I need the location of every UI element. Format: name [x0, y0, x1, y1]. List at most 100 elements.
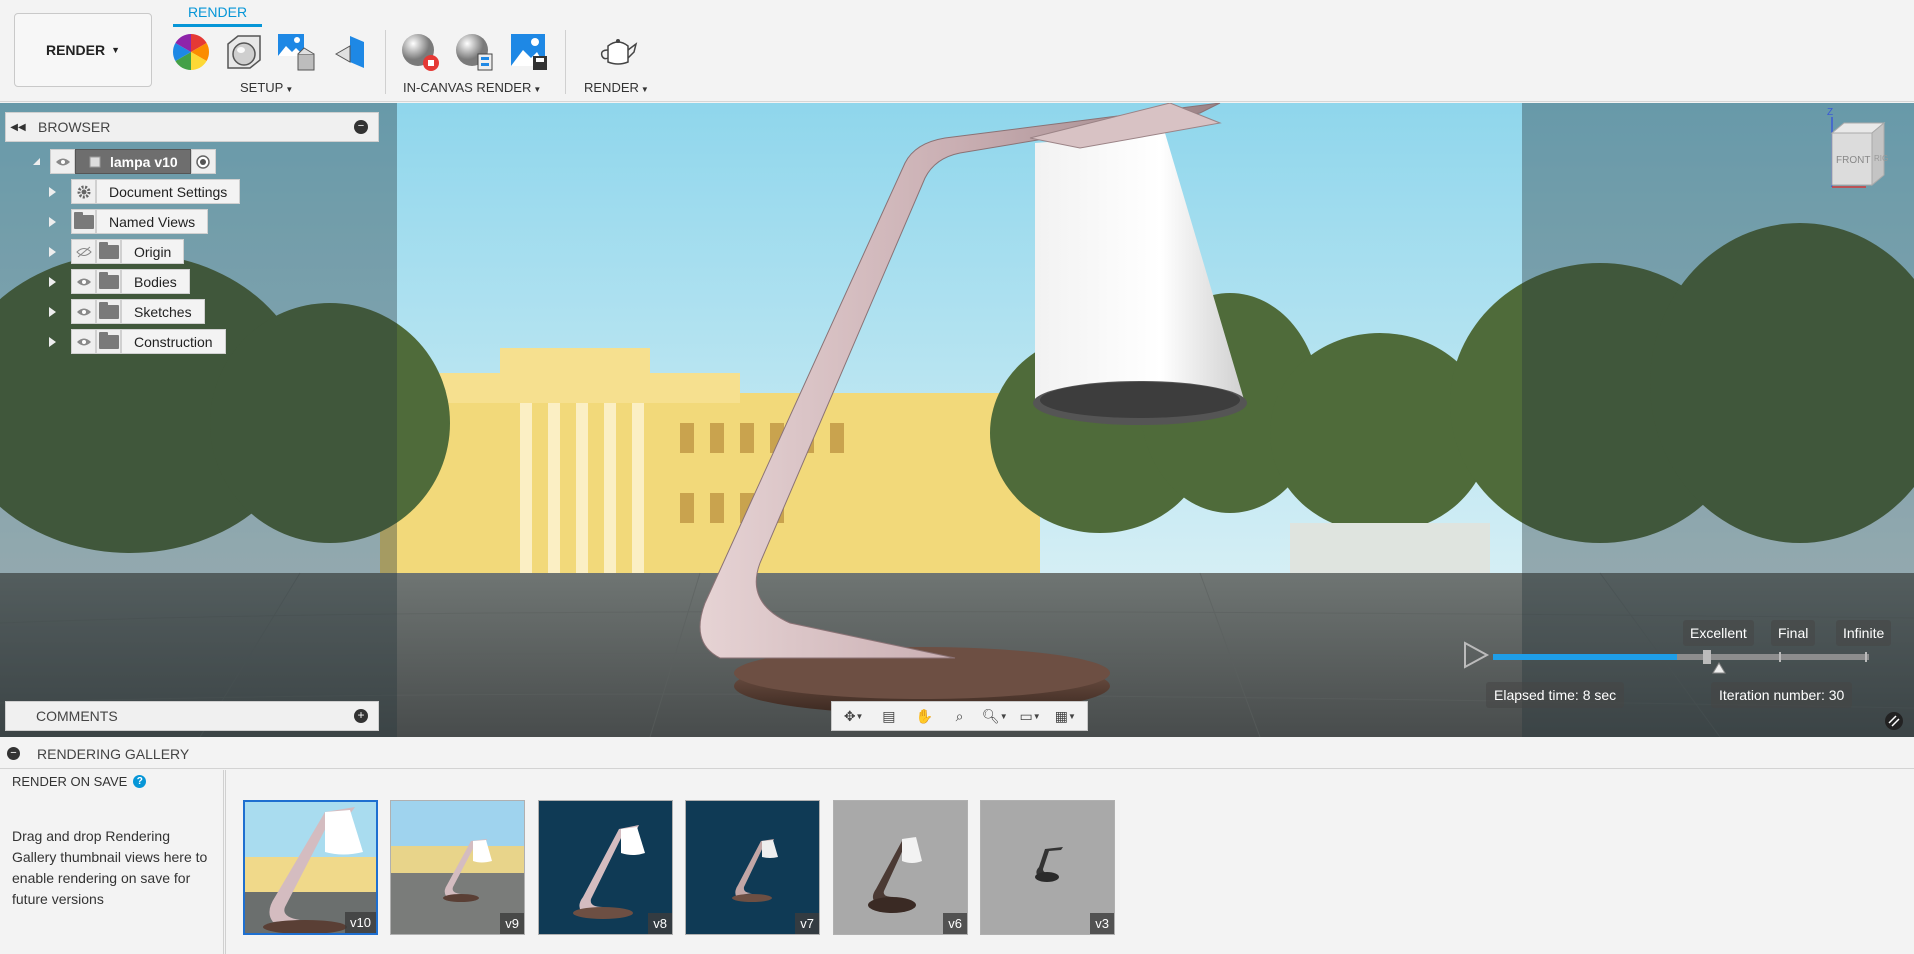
render-teapot-icon[interactable] [598, 32, 638, 72]
component-label[interactable]: lampa v10 [75, 149, 191, 174]
collapse-icon[interactable]: − [7, 747, 20, 760]
display-settings-icon[interactable]: ▭ ▼ [1015, 704, 1045, 728]
eye-icon[interactable] [71, 299, 96, 324]
in-canvas-render-group-label[interactable]: IN-CANVAS RENDER ▼ [403, 80, 541, 95]
gallery-thumbnail-v6[interactable]: v6 [833, 800, 968, 935]
chevron-down-icon: ▼ [640, 85, 649, 94]
browser-panel-header[interactable]: ◀◀ BROWSER − [5, 112, 379, 142]
toolbar: RENDER ▼ RENDER SETUP ▼ IN-CANVAS RENDER… [0, 0, 1914, 102]
add-comment-icon[interactable]: + [354, 709, 368, 723]
tick-mark [1779, 652, 1781, 662]
folder-icon [96, 239, 121, 264]
fit-icon[interactable]: 🔍︎ ▼ [980, 704, 1010, 728]
tree-item-origin[interactable]: Origin [49, 239, 185, 264]
expand-triangle-icon[interactable] [49, 337, 56, 347]
tree-item-label: Construction [121, 329, 226, 354]
orbit-icon[interactable]: ✥ ▼ [839, 704, 869, 728]
collapse-panel-icon[interactable]: ◀◀ [6, 122, 30, 133]
tree-item-label: Sketches [121, 299, 205, 324]
minimize-icon[interactable]: − [354, 120, 368, 134]
zoom-icon[interactable]: ⌕ [944, 704, 974, 728]
expand-triangle-icon[interactable] [26, 158, 40, 165]
render-on-save: RENDER ON SAVE ? [12, 774, 147, 789]
texture-map-icon[interactable] [276, 32, 316, 72]
eye-icon[interactable] [50, 149, 75, 174]
tree-item-label: Origin [121, 239, 185, 264]
chevron-down-icon: ▼ [533, 85, 542, 94]
chevron-down-icon: ▼ [285, 85, 294, 94]
eye-icon[interactable] [71, 269, 96, 294]
canvas-viewport[interactable]: ◀◀ BROWSER − lampa v10 Document Settings… [0, 103, 1914, 737]
browser-title: BROWSER [38, 119, 111, 135]
tick-mark [1703, 650, 1711, 664]
in-canvas-settings-icon[interactable] [454, 32, 494, 72]
grid-icon[interactable]: ▦ ▼ [1050, 704, 1080, 728]
viewcube[interactable]: Z FRONT RIG [1826, 103, 1906, 193]
comments-title: COMMENTS [36, 708, 118, 724]
toolbar-divider [565, 30, 566, 94]
viewcube-right-label: RIG [1874, 154, 1888, 163]
folder-icon [96, 329, 121, 354]
workspace-switcher-button[interactable]: RENDER ▼ [14, 13, 152, 87]
scene-settings-icon[interactable] [224, 32, 264, 72]
gallery-thumbnail-v9[interactable]: v9 [390, 800, 525, 935]
folder-icon [71, 209, 96, 234]
workspace-label: RENDER [45, 42, 106, 58]
tree-item-label: Named Views [96, 209, 209, 234]
rendering-gallery-header[interactable]: − RENDERING GALLERY [0, 739, 1914, 769]
stop-render-icon[interactable] [400, 32, 440, 72]
viewcube-front-label: FRONT [1836, 155, 1870, 166]
tree-item-named-views[interactable]: Named Views [49, 209, 209, 234]
quality-infinite-button[interactable]: Infinite [1836, 620, 1892, 646]
activate-radio-icon[interactable] [190, 149, 216, 174]
gallery-thumbnail-v8[interactable]: v8 [538, 800, 673, 935]
render-on-save-label: RENDER ON SAVE [12, 774, 128, 789]
quality-slider-handle-icon[interactable] [1712, 662, 1726, 674]
tree-root[interactable]: lampa v10 [50, 149, 216, 174]
render-progress-bar[interactable] [1493, 650, 1869, 664]
quality-final-button[interactable]: Final [1771, 620, 1816, 646]
tree-item-document-settings[interactable]: Document Settings [49, 179, 241, 204]
play-icon[interactable] [1461, 640, 1491, 670]
gallery-thumbnail-v7[interactable]: v7 [685, 800, 820, 935]
help-icon[interactable]: ? [133, 775, 147, 788]
capture-image-icon[interactable] [509, 32, 549, 72]
expand-triangle-icon[interactable] [49, 277, 56, 287]
eye-icon[interactable] [71, 329, 96, 354]
render-group-label[interactable]: RENDER ▼ [584, 80, 649, 95]
tree-item-bodies[interactable]: Bodies [49, 269, 190, 294]
version-label: v8 [648, 913, 672, 934]
expand-triangle-icon[interactable] [49, 187, 56, 197]
expand-triangle-icon[interactable] [49, 247, 56, 257]
look-at-icon[interactable]: ▤ [874, 704, 904, 728]
navigation-bar: ✥ ▼ ▤ ✋ ⌕ 🔍︎ ▼ ▭ ▼ ▦ ▼ [831, 701, 1088, 731]
decal-icon[interactable] [330, 32, 370, 72]
tab-render[interactable]: RENDER [173, 4, 262, 27]
folder-icon [96, 269, 121, 294]
tick-mark [1865, 652, 1867, 662]
toolbar-divider [385, 30, 386, 94]
render-settings-icon[interactable] [1884, 711, 1904, 731]
version-label: v3 [1090, 913, 1114, 934]
gallery-thumbnail-v3[interactable]: v3 [980, 800, 1115, 935]
appearance-icon[interactable] [171, 32, 211, 72]
tree-item-label: Document Settings [96, 179, 241, 204]
iteration-number-label: Iteration number: 30 [1711, 682, 1853, 708]
eye-hidden-icon[interactable] [71, 239, 96, 264]
render-on-save-description: Drag and drop Rendering Gallery thumbnai… [12, 828, 208, 907]
version-label: v9 [500, 913, 524, 934]
expand-triangle-icon[interactable] [49, 307, 56, 317]
pan-icon[interactable]: ✋ [909, 704, 939, 728]
tree-item-sketches[interactable]: Sketches [49, 299, 205, 324]
version-label: v10 [345, 912, 376, 933]
render-on-save-panel: RENDER ON SAVE ? Drag and drop Rendering… [0, 770, 226, 954]
elapsed-time-label: Elapsed time: 8 sec [1486, 682, 1625, 708]
folder-icon [96, 299, 121, 324]
quality-excellent-button[interactable]: Excellent [1683, 620, 1754, 646]
tree-item-construction[interactable]: Construction [49, 329, 226, 354]
gallery-thumbnail-v10[interactable]: v10 [243, 800, 378, 935]
setup-group-label[interactable]: SETUP ▼ [240, 80, 293, 95]
expand-triangle-icon[interactable] [49, 217, 56, 227]
comments-panel-header[interactable]: COMMENTS + [5, 701, 379, 731]
component-icon [89, 156, 101, 167]
